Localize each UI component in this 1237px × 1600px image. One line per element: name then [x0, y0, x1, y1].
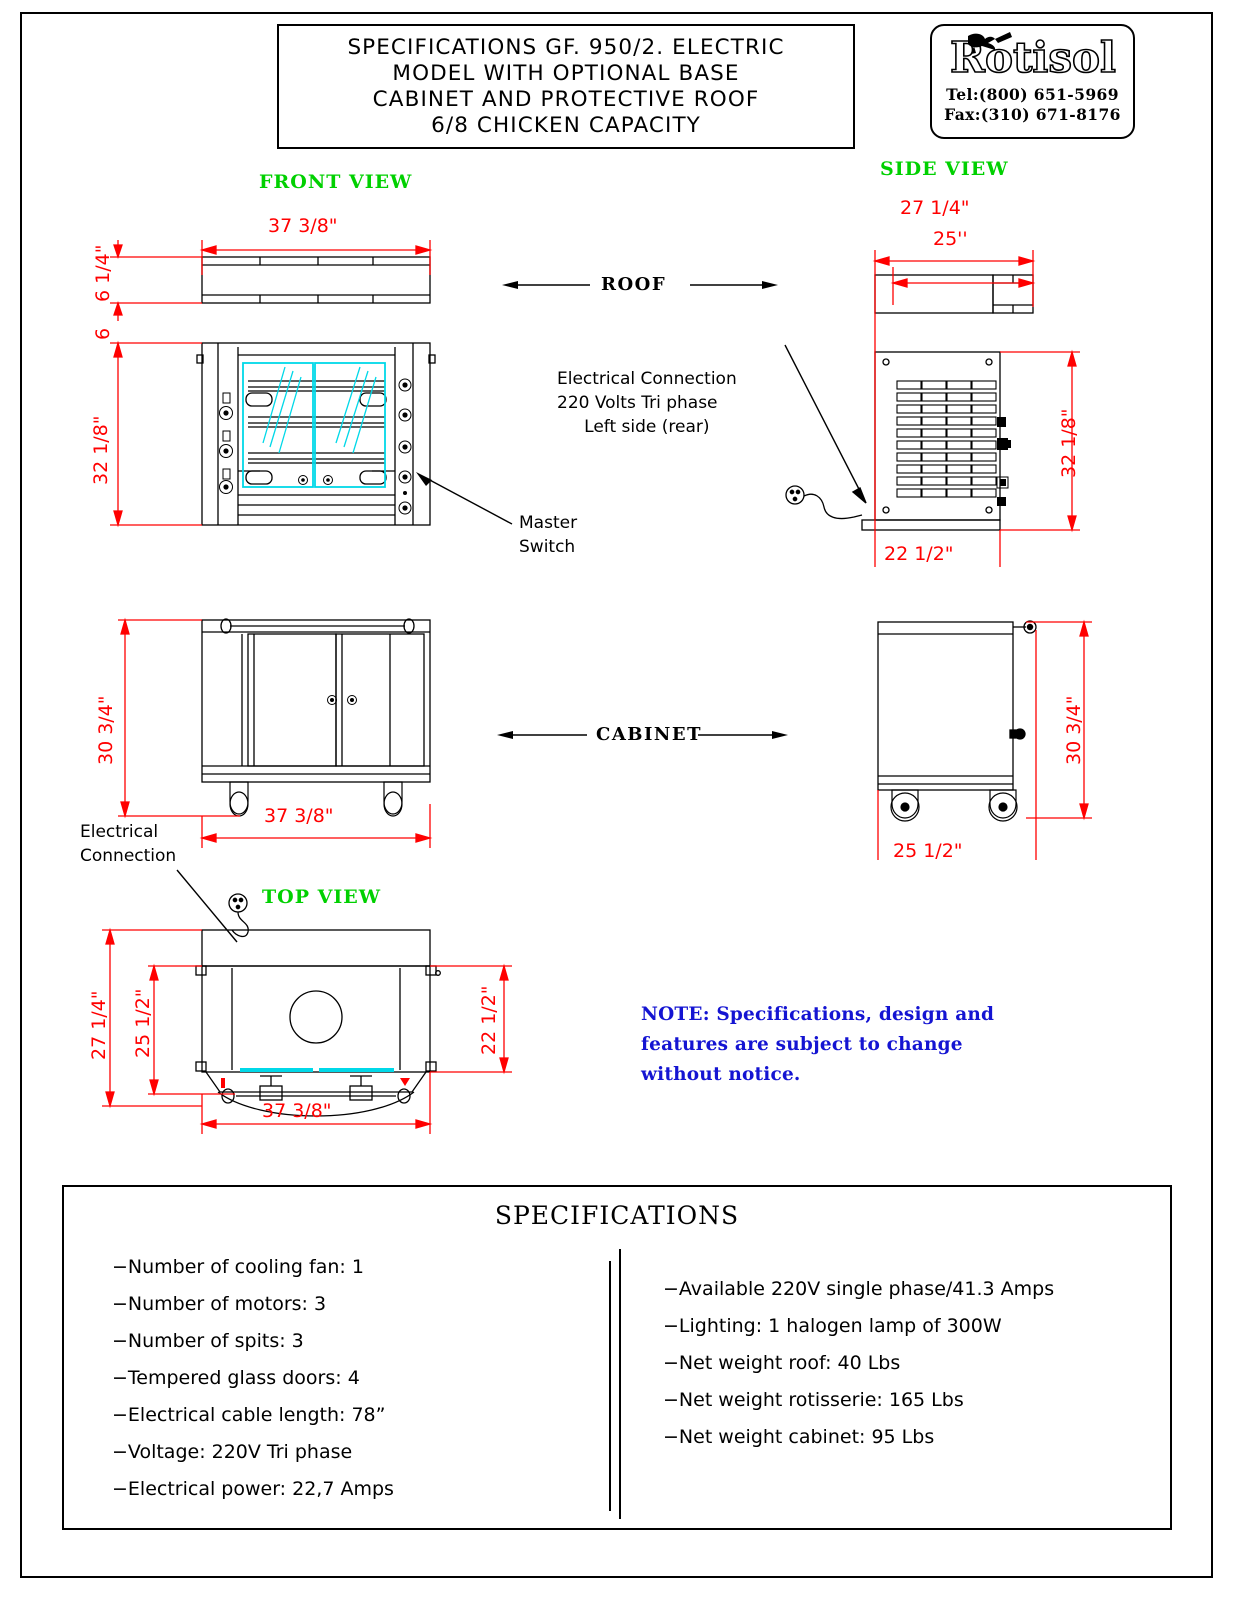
- master-switch-line-2: Switch: [519, 537, 576, 557]
- dim-front-roof-h-top: 6 1/4": [92, 244, 114, 302]
- dim-side-body-depth: 22 1/2": [884, 543, 954, 565]
- specifications-title: SPECIFICATIONS: [494, 1201, 740, 1230]
- rotisol-logo: Rotisol: [938, 30, 1128, 84]
- spec-item: −Number of cooling fan: 1: [112, 1256, 364, 1278]
- spec-item: −Net weight roof: 40 Lbs: [663, 1352, 901, 1374]
- cabinet-side-dimensions: [877, 619, 1092, 860]
- side-view-dimensions: [872, 250, 1080, 567]
- title-line-4: 6/8 CHICKEN CAPACITY: [431, 112, 701, 138]
- dim-top-depth-outer: 27 1/4": [88, 990, 110, 1060]
- dim-front-roof-h-bot: 6: [92, 327, 114, 340]
- cabinet-electrical-line-2: Connection: [80, 846, 177, 866]
- title-block: SPECIFICATIONS GF. 950/2. ELECTRIC MODEL…: [277, 24, 855, 149]
- spec-item: −Net weight rotisserie: 165 Lbs: [663, 1389, 964, 1411]
- spec-item: −Net weight cabinet: 95 Lbs: [663, 1426, 935, 1448]
- dim-top-depth-right: 22 1/2": [478, 985, 500, 1055]
- title-line-3: CABINET AND PROTECTIVE ROOF: [372, 86, 760, 112]
- master-switch-annotation: Master Switch: [519, 511, 577, 559]
- side-view-label: SIDE VIEW: [880, 158, 1009, 180]
- spec-item: −Number of spits: 3: [112, 1330, 304, 1352]
- dim-front-body-height: 32 1/8": [90, 415, 112, 485]
- dim-side-body-height: 32 1/8": [1058, 408, 1080, 478]
- electrical-connection-line-2: 220 Volts Tri phase: [557, 393, 718, 413]
- spec-item: −Available 220V single phase/41.3 Amps: [663, 1278, 1055, 1300]
- master-switch-line-1: Master: [519, 513, 578, 533]
- specifications-panel: SPECIFICATIONS −Number of cooling fan: 1…: [62, 1185, 1172, 1530]
- note-line-2: features are subject to change: [641, 1034, 963, 1055]
- dim-cabinet-side-height: 30 3/4": [1063, 695, 1085, 765]
- spec-item: −Number of motors: 3: [112, 1293, 327, 1315]
- specification-sheet: SPECIFICATIONS GF. 950/2. ELECTRIC MODEL…: [0, 0, 1237, 1600]
- title-line-2: MODEL WITH OPTIONAL BASE: [392, 60, 740, 86]
- dim-cabinet-front-width: 37 3/8": [264, 805, 334, 827]
- spec-item: −Lighting: 1 halogen lamp of 300W: [663, 1315, 1002, 1337]
- cabinet-front-dimensions: [118, 617, 433, 848]
- dim-front-roof-width: 37 3/8": [268, 215, 338, 237]
- logo-fax: Fax:(310) 671-8176: [944, 105, 1121, 124]
- cabinet-arrows: [497, 731, 788, 739]
- cabinet-electrical-annotation: Electrical Connection: [80, 820, 176, 868]
- note-line-1: NOTE: Specifications, design and: [641, 1004, 995, 1025]
- dim-side-roof-outer: 27 1/4": [900, 197, 970, 219]
- electrical-connection-line-1: Electrical Connection: [557, 369, 737, 389]
- front-view-label: FRONT VIEW: [259, 171, 413, 193]
- electrical-connection-line-3: Left side (rear): [584, 417, 710, 437]
- dim-cabinet-side-depth: 25 1/2": [893, 840, 963, 862]
- logo-tel: Tel:(800) 651-5969: [946, 85, 1119, 104]
- electrical-connection-annotation: Electrical Connection 220 Volts Tri phas…: [557, 367, 737, 439]
- cabinet-electrical-line-1: Electrical: [80, 822, 159, 842]
- note-block: NOTE: Specifications, design and feature…: [641, 1000, 994, 1090]
- note-line-3: without notice.: [641, 1064, 801, 1085]
- master-switch-leader: [416, 472, 513, 525]
- specifications-right-column: −Available 220V single phase/41.3 Amps −…: [619, 1249, 1170, 1519]
- dim-cabinet-front-height: 30 3/4": [95, 695, 117, 765]
- spec-item: −Voltage: 220V Tri phase: [112, 1441, 353, 1463]
- logo-block: Rotisol Tel:(800) 651-5969 Fax:(310) 671…: [930, 24, 1135, 139]
- specifications-left-column: −Number of cooling fan: 1 −Number of mot…: [64, 1249, 619, 1519]
- roof-arrows: [502, 281, 778, 289]
- spec-item: −Electrical power: 22,7 Amps: [112, 1478, 394, 1500]
- spec-item: −Tempered glass doors: 4: [112, 1367, 360, 1389]
- title-line-1: SPECIFICATIONS GF. 950/2. ELECTRIC: [347, 34, 785, 60]
- spec-item: −Electrical cable length: 78”: [112, 1404, 386, 1426]
- dim-top-depth-mid: 25 1/2": [132, 988, 154, 1058]
- dim-side-roof-inner: 25'': [933, 228, 968, 250]
- dim-top-width: 37 3/8": [262, 1100, 332, 1122]
